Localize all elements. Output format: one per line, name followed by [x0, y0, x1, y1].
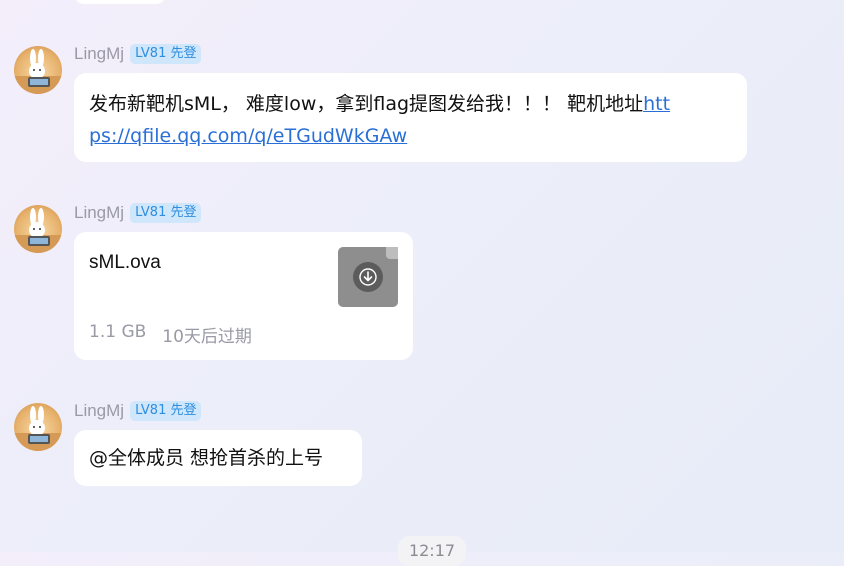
file-corner-icon	[386, 247, 398, 259]
file-info: 1.1 GB 10天后过期	[89, 322, 252, 347]
file-name: sML.ova	[89, 252, 161, 273]
file-size: 1.1 GB	[89, 322, 147, 342]
message-text: @全体成员 想抢首杀的上号	[89, 447, 324, 469]
file-message-card[interactable]: sML.ova 1.1 GB 10天后过期	[74, 232, 413, 360]
level-badge: LV81 先登	[130, 44, 202, 64]
rabbit-avatar-icon	[14, 49, 62, 94]
download-icon	[353, 262, 383, 292]
sender-name[interactable]: LingMj	[74, 203, 124, 223]
previous-message-bubble-edge	[74, 0, 166, 4]
level-badge: LV81 先登	[130, 401, 202, 421]
sender-name[interactable]: LingMj	[74, 401, 124, 421]
avatar[interactable]	[14, 403, 62, 451]
sender-name[interactable]: LingMj	[74, 44, 124, 64]
level-badge: LV81 先登	[130, 203, 202, 223]
file-expiry: 10天后过期	[162, 327, 252, 347]
message-bubble[interactable]: 发布新靶机sML， 难度low，拿到flag提图发给我！！！ 靶机地址htt ps…	[74, 73, 747, 162]
rabbit-avatar-icon	[14, 406, 62, 451]
timestamp: 12:17	[398, 536, 466, 566]
avatar[interactable]	[14, 205, 62, 253]
message-bubble[interactable]: @全体成员 想抢首杀的上号	[74, 430, 362, 486]
rabbit-avatar-icon	[14, 208, 62, 253]
message-text: 发布新靶机sML， 难度low，拿到flag提图发给我！！！ 靶机地址	[89, 93, 644, 115]
avatar[interactable]	[14, 46, 62, 94]
file-download-button[interactable]	[338, 247, 398, 307]
